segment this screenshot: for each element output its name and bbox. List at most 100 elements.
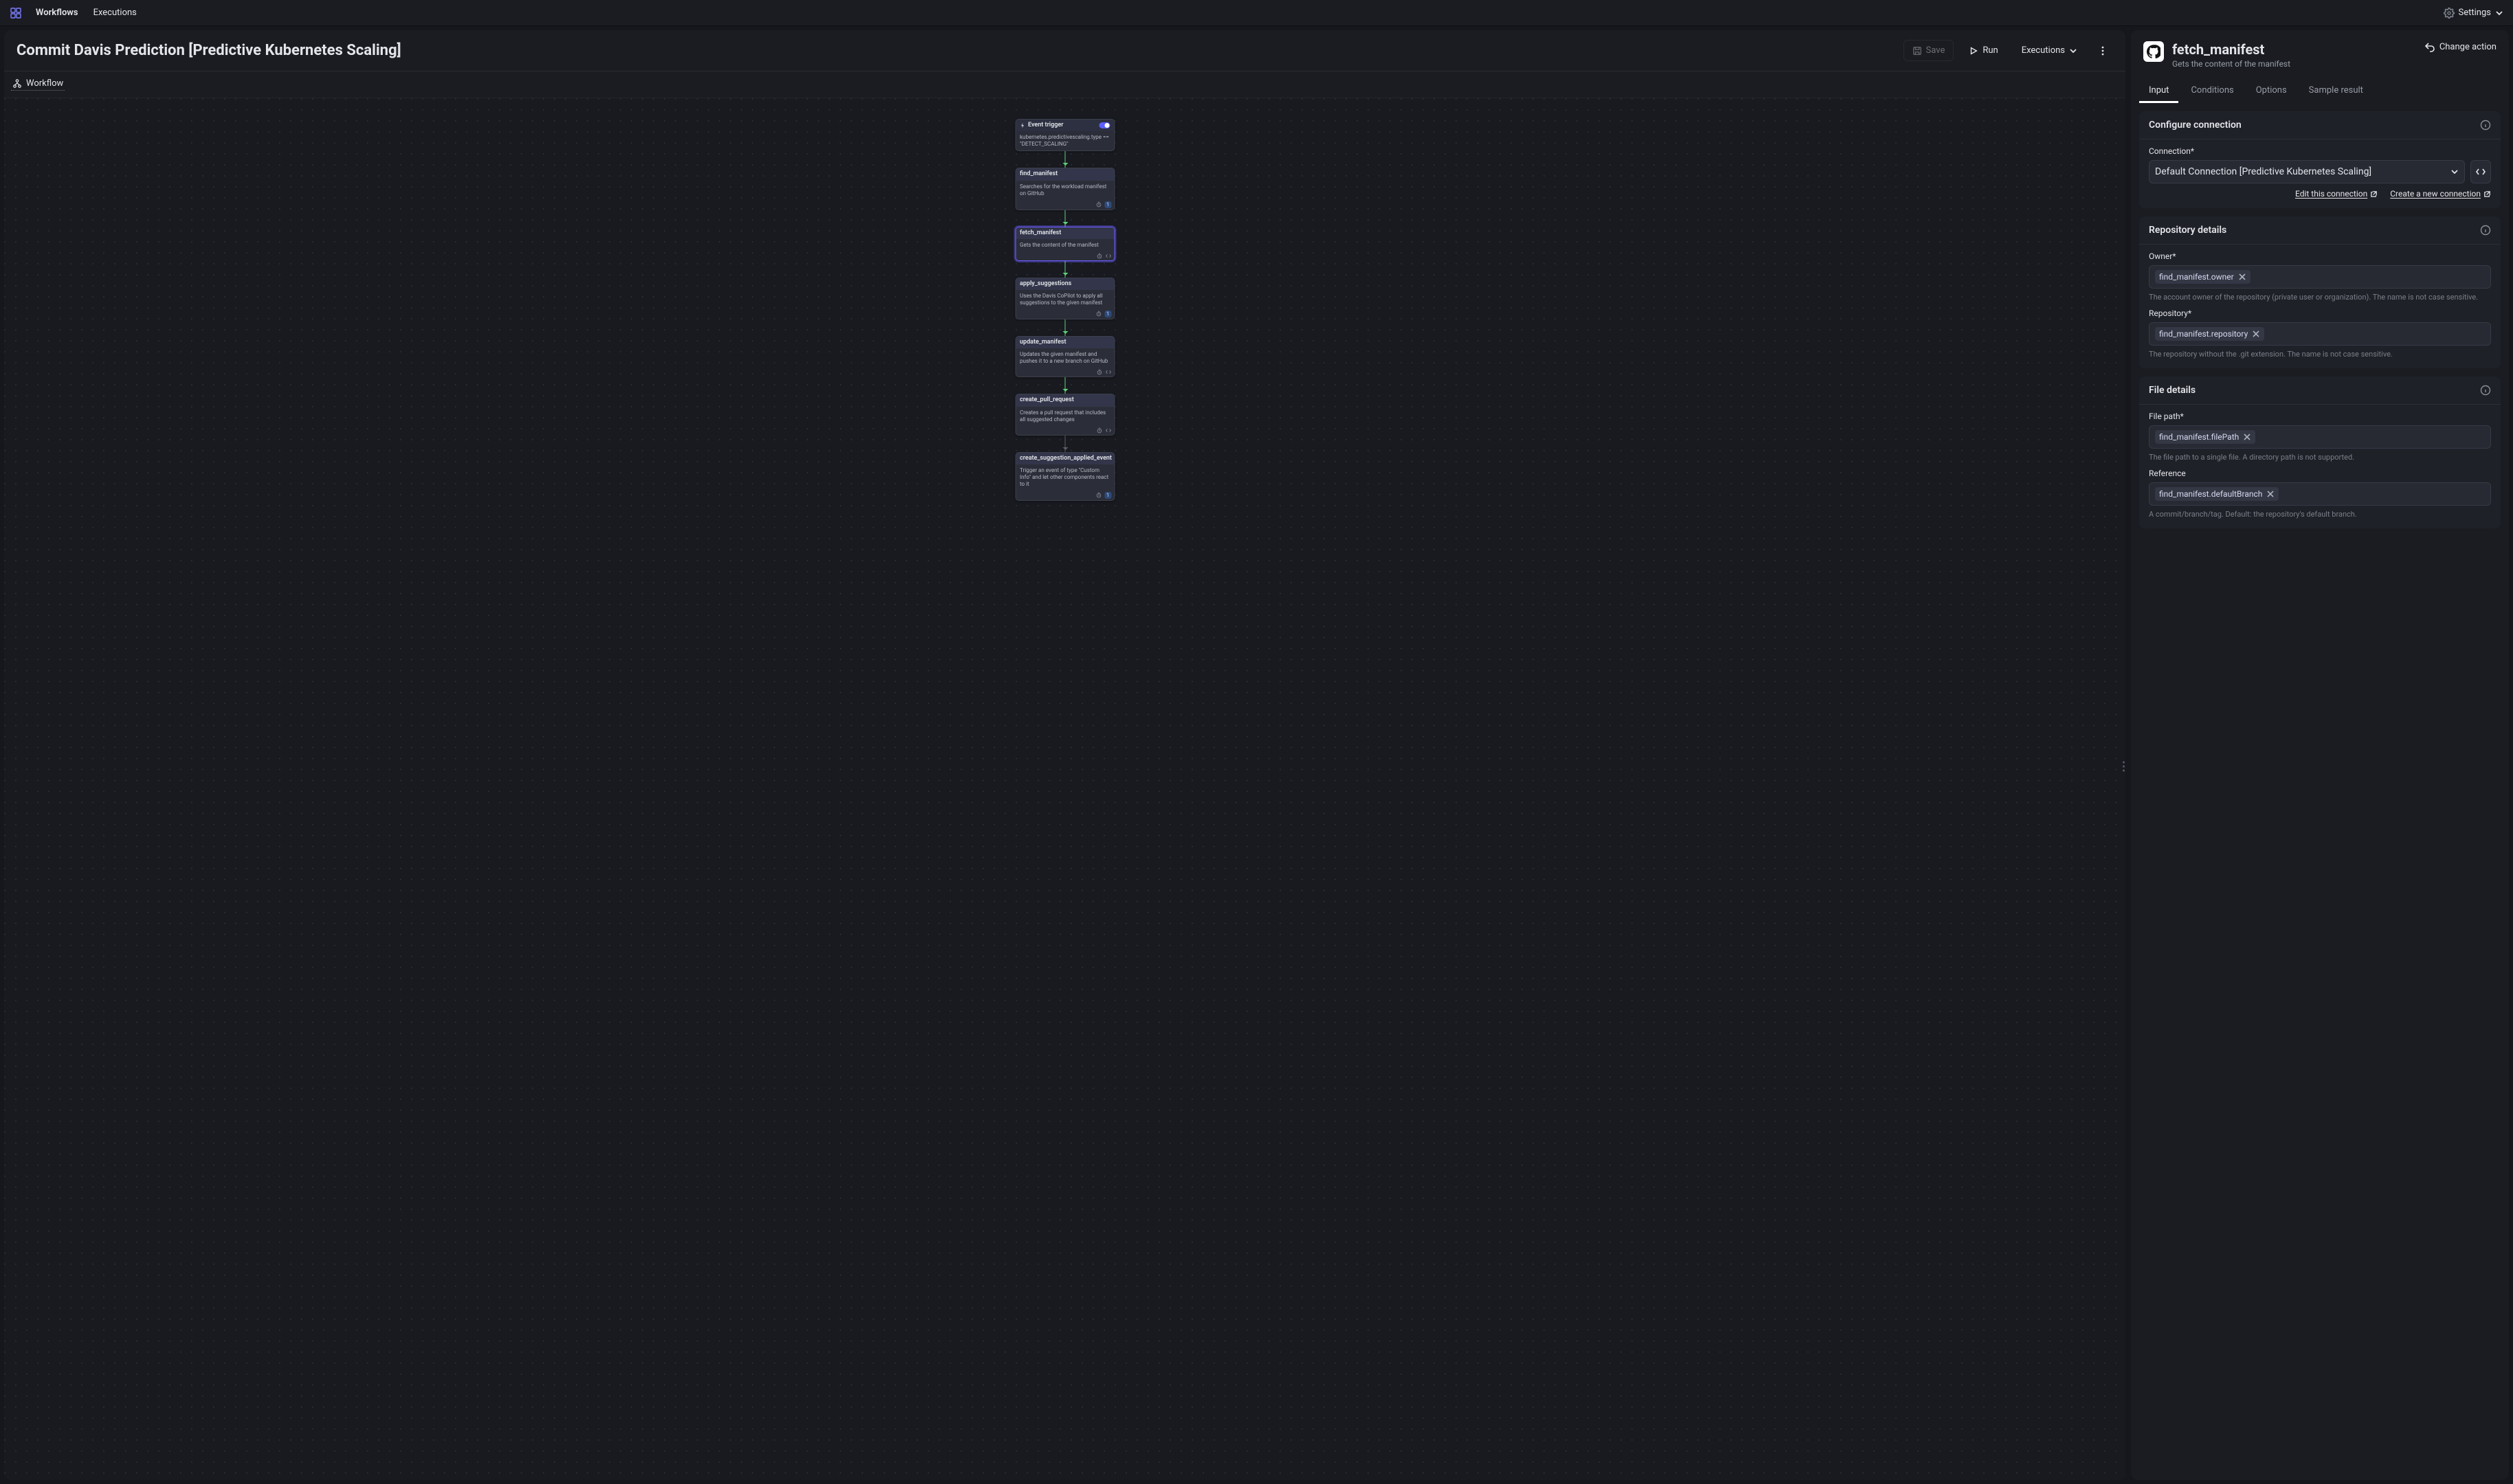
panel-tabs: Input Conditions Options Sample result xyxy=(2131,80,2509,103)
reference-field[interactable]: find_manifest.defaultBranch xyxy=(2149,482,2491,506)
count-pill: 1 xyxy=(1104,201,1111,208)
nav-workflows[interactable]: Workflows xyxy=(34,5,80,21)
action-subtitle: Gets the content of the manifest xyxy=(2172,59,2290,69)
workflow-tab[interactable]: Workflow xyxy=(11,77,65,91)
nav-executions[interactable]: Executions xyxy=(92,5,138,21)
info-icon[interactable] xyxy=(2480,385,2491,396)
tab-options[interactable]: Options xyxy=(2246,80,2297,103)
node-title: Event trigger xyxy=(1028,122,1063,129)
section-title: Configure connection xyxy=(2149,120,2242,131)
node-body: Searches for the workload manifest on Gi… xyxy=(1016,181,1114,200)
node-update-manifest[interactable]: update_manifest Updates the given manife… xyxy=(1015,336,1115,377)
connection-select-row: Default Connection [Predictive Kubernete… xyxy=(2149,160,2491,183)
flow-edge xyxy=(1064,377,1065,394)
reference-help: A commit/branch/tag. Default: the reposi… xyxy=(2149,510,2491,519)
create-connection-link[interactable]: Create a new connection xyxy=(2390,189,2491,199)
connection-code-button[interactable] xyxy=(2470,160,2491,183)
remove-chip-icon[interactable] xyxy=(2252,330,2260,338)
node-fetch-manifest[interactable]: fetch_manifest Gets the content of the m… xyxy=(1015,227,1115,261)
connection-value: Default Connection [Predictive Kubernete… xyxy=(2155,166,2371,177)
node-title: apply_suggestions xyxy=(1020,280,1071,288)
tab-sample-result[interactable]: Sample result xyxy=(2299,80,2373,103)
reference-label: Reference xyxy=(2149,469,2491,478)
timer-icon xyxy=(1096,253,1102,259)
chip-label: find_manifest.filePath xyxy=(2159,432,2239,442)
node-body: Trigger an event of type "Custom Info" a… xyxy=(1016,464,1114,491)
filepath-chip[interactable]: find_manifest.filePath xyxy=(2155,430,2255,444)
save-button[interactable]: Save xyxy=(1903,40,1954,61)
chip-label: find_manifest.owner xyxy=(2159,272,2234,282)
owner-label: Owner* xyxy=(2149,251,2491,261)
chevron-down-icon xyxy=(2069,47,2077,55)
app-logo-icon[interactable] xyxy=(10,7,22,19)
owner-chip[interactable]: find_manifest.owner xyxy=(2155,270,2250,284)
filepath-help: The file path to a single file. A direct… xyxy=(2149,453,2491,462)
splitter-handle[interactable] xyxy=(2122,761,2125,786)
node-body: Uses the Davis CoPilot to apply all sugg… xyxy=(1016,290,1114,309)
executions-dropdown[interactable]: Executions xyxy=(2013,41,2086,60)
edit-connection-link[interactable]: Edit this connection xyxy=(2295,189,2378,199)
info-icon[interactable] xyxy=(2480,120,2491,131)
node-create-suggestion-applied-event[interactable]: create_suggestion_applied_event Trigger … xyxy=(1015,452,1115,501)
more-menu-button[interactable] xyxy=(2092,41,2113,61)
owner-field[interactable]: find_manifest.owner xyxy=(2149,265,2491,289)
tab-input[interactable]: Input xyxy=(2139,80,2178,103)
chevron-down-icon xyxy=(2450,168,2459,176)
timer-icon xyxy=(1096,369,1102,375)
node-apply-suggestions[interactable]: apply_suggestions Uses the Davis CoPilot… xyxy=(1015,278,1115,319)
settings-button[interactable]: Settings xyxy=(2444,8,2503,19)
connection-links: Edit this connection Create a new connec… xyxy=(2139,183,2501,199)
chip-label: find_manifest.repository xyxy=(2159,329,2248,339)
node-find-manifest[interactable]: find_manifest Searches for the workload … xyxy=(1015,168,1115,210)
section-configure-connection: Configure connection Connection* Default… xyxy=(2139,111,2501,208)
connection-select[interactable]: Default Connection [Predictive Kubernete… xyxy=(2149,160,2465,183)
node-title: update_manifest xyxy=(1020,339,1066,346)
timer-icon xyxy=(1095,311,1102,317)
chip-label: find_manifest.defaultBranch xyxy=(2159,489,2262,499)
filepath-row: File path* find_manifest.filePath The fi… xyxy=(2139,405,2501,462)
repository-help: The repository without the .git extensio… xyxy=(2149,350,2491,359)
canvas-secondary-bar: Workflow xyxy=(4,71,2125,98)
external-link-icon xyxy=(2370,190,2378,198)
node-title: create_suggestion_applied_event xyxy=(1020,455,1112,462)
repository-field[interactable]: find_manifest.repository xyxy=(2149,322,2491,346)
canvas-header: Commit Davis Prediction [Predictive Kube… xyxy=(4,30,2125,71)
reference-chip[interactable]: find_manifest.defaultBranch xyxy=(2155,487,2279,501)
canvas-pane: Commit Davis Prediction [Predictive Kube… xyxy=(4,30,2125,1480)
node-create-pull-request[interactable]: create_pull_request Creates a pull reque… xyxy=(1015,394,1115,435)
info-icon[interactable] xyxy=(2480,225,2491,236)
node-header: find_manifest xyxy=(1016,168,1114,180)
flow-edge xyxy=(1064,319,1065,336)
node-event-trigger[interactable]: Event trigger kubernetes.predictivescali… xyxy=(1015,119,1115,151)
node-header: fetch_manifest xyxy=(1016,227,1114,239)
node-body: Gets the content of the manifest xyxy=(1016,239,1114,251)
node-foot: 1 xyxy=(1016,309,1114,319)
remove-chip-icon[interactable] xyxy=(2266,490,2275,498)
tab-conditions[interactable]: Conditions xyxy=(2181,80,2243,103)
flow-icon xyxy=(12,79,22,89)
repository-row: Repository* find_manifest.repository The… xyxy=(2139,302,2501,359)
remove-chip-icon[interactable] xyxy=(2238,273,2246,281)
save-label: Save xyxy=(1926,45,1945,56)
external-link-icon xyxy=(2483,190,2491,198)
filepath-field[interactable]: find_manifest.filePath xyxy=(2149,425,2491,449)
remove-chip-icon[interactable] xyxy=(2243,433,2251,441)
node-foot xyxy=(1016,251,1114,260)
workflow-title[interactable]: Commit Davis Prediction [Predictive Kube… xyxy=(16,42,401,59)
repository-chip[interactable]: find_manifest.repository xyxy=(2155,327,2264,341)
workflow-canvas[interactable]: Event trigger kubernetes.predictivescali… xyxy=(4,98,2125,1480)
count-pill: 1 xyxy=(1104,492,1111,499)
gear-icon xyxy=(2444,8,2455,19)
section-heading: Repository details xyxy=(2139,216,2501,245)
kebab-icon xyxy=(2097,45,2108,56)
change-action-label: Change action xyxy=(2439,42,2497,52)
change-action-button[interactable]: Change action xyxy=(2424,41,2497,52)
workspace: Commit Davis Prediction [Predictive Kube… xyxy=(0,26,2513,1484)
count-pill: 1 xyxy=(1104,311,1111,317)
node-foot xyxy=(1016,368,1114,376)
trigger-toggle[interactable] xyxy=(1099,122,1110,128)
node-foot: 1 xyxy=(1016,491,1114,500)
flow-edge xyxy=(1064,151,1065,168)
run-button[interactable]: Run xyxy=(1961,41,2006,60)
bolt-icon xyxy=(1020,123,1025,128)
